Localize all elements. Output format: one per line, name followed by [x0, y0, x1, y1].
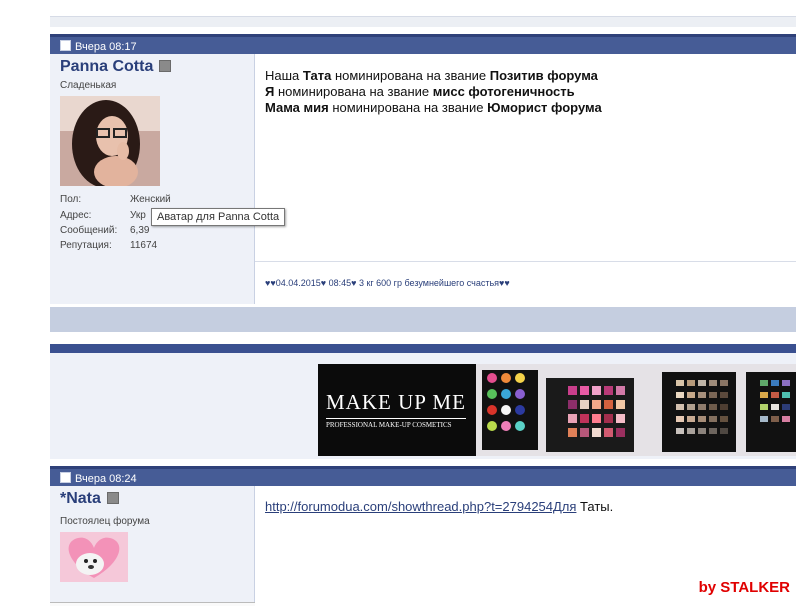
message-line: Мама мия номинирована на звание Юморист …: [265, 100, 602, 115]
offline-status-icon: [106, 492, 119, 504]
user-sidebar: Panna Cotta Сладенькая Пол: Женский Адре…: [50, 54, 255, 304]
palette-image: [476, 364, 796, 456]
user-sidebar: *Nata Постоялец форума: [50, 486, 292, 606]
avatar-tooltip: Аватар для Panna Cotta: [151, 208, 286, 226]
brand-rule: [326, 418, 466, 419]
brand-name: MAKE UP ME: [326, 390, 466, 414]
stat-value: Женский: [130, 194, 171, 205]
stat-label: Адрес:: [60, 210, 92, 221]
post-header: Вчера 08:17: [50, 34, 796, 54]
watermark: by STALKER: [698, 579, 790, 596]
ad-banner[interactable]: MAKE UP ME PROFESSIONAL MAKE-UP COSMETIC…: [318, 364, 796, 456]
signature: ♥♥04.04.2015♥ 08:45♥ 3 кг 600 гр безумне…: [255, 261, 796, 288]
user-title: Постоялец форума: [60, 516, 150, 527]
message-line: Я номинирована на звание мисс фотогеничн…: [265, 84, 575, 99]
post-message: http://forumodua.com/showthread.php?t=27…: [265, 499, 613, 515]
post-time: Вчера 08:24: [75, 473, 137, 485]
username[interactable]: *Nata: [60, 490, 119, 508]
top-strip: [50, 16, 796, 27]
post-message: Наша Тата номинирована на звание Позитив…: [265, 68, 602, 116]
post-content: Наша Тата номинирована на звание Позитив…: [255, 54, 796, 304]
brand-panel: MAKE UP ME PROFESSIONAL MAKE-UP COSMETIC…: [318, 364, 476, 456]
thread-link[interactable]: http://forumodua.com/showthread.php?t=27…: [265, 499, 576, 514]
message-line: Наша Тата номинирована на звание Позитив…: [265, 68, 598, 83]
post-2: Вчера 08:24 *Nata Постоялец форума http:…: [50, 466, 796, 606]
message-text: Таты.: [576, 499, 614, 514]
post-footer-bar: [50, 307, 796, 332]
post-time: Вчера 08:17: [75, 41, 137, 53]
post-icon: [60, 40, 71, 51]
brand-tagline: PROFESSIONAL MAKE-UP COSMETICS: [326, 421, 452, 429]
username[interactable]: Panna Cotta: [60, 58, 172, 76]
stat-value: Укр: [130, 210, 146, 221]
stat-label: Репутация:: [60, 240, 112, 251]
ad-header-bar: [50, 344, 796, 353]
stat-value: 6,39: [130, 225, 150, 236]
post-header: Вчера 08:24: [50, 466, 796, 486]
stat-value: 11674: [130, 240, 158, 251]
post-icon: [60, 472, 71, 483]
avatar[interactable]: [60, 532, 128, 582]
post-1: Вчера 08:17 Panna Cotta Сладенькая Пол: …: [50, 34, 796, 304]
stat-label: Пол:: [60, 194, 82, 205]
stat-label: Сообщений:: [60, 225, 118, 236]
offline-status-icon: [159, 60, 172, 72]
user-title: Сладенькая: [60, 80, 117, 91]
avatar[interactable]: [60, 96, 160, 186]
